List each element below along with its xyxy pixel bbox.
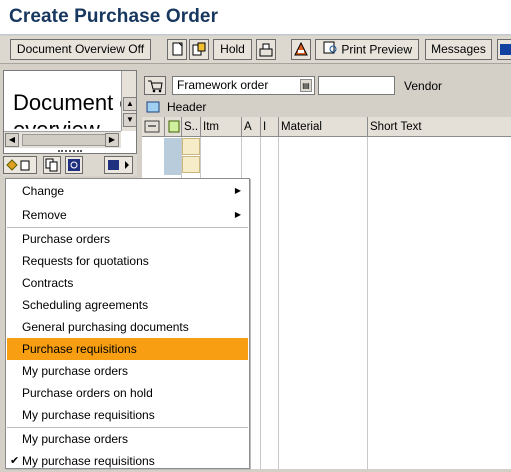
- row-selector-column[interactable]: [164, 138, 181, 175]
- menu-item-label: My purchase requisitions: [22, 408, 155, 422]
- vertical-scrollbar[interactable]: ▲ ▼: [121, 71, 136, 131]
- document-overview-off-button[interactable]: Document Overview Off: [10, 39, 151, 60]
- menu-item-label: My purchase requisitions: [22, 454, 155, 468]
- overview-pane-toolbar: [3, 154, 137, 176]
- cart-icon[interactable]: [144, 76, 166, 95]
- hold-button[interactable]: Hold: [213, 39, 252, 60]
- submenu-arrow-icon: ▶: [234, 186, 241, 195]
- menu-item-label: Remove: [22, 208, 67, 222]
- menu-item-label: Purchase requisitions: [22, 342, 137, 356]
- print-preview-label: Print Preview: [341, 42, 413, 57]
- messages-button[interactable]: Messages: [425, 39, 492, 60]
- row-status-cell[interactable]: [182, 138, 200, 155]
- title-bar: Create Purchase Order: [0, 0, 511, 35]
- application-toolbar: Document Overview Off Hold Print Preview…: [0, 36, 511, 64]
- horizontal-scrollbar[interactable]: ◀ ▶: [4, 131, 121, 148]
- dropdown-icon[interactable]: ▤: [300, 79, 312, 92]
- order-type-select[interactable]: Framework order ▤: [172, 76, 315, 95]
- column-header-account-assignment[interactable]: A: [241, 117, 260, 137]
- scroll-up-icon[interactable]: ▲: [123, 97, 136, 111]
- column-config-icon[interactable]: [164, 117, 181, 137]
- menu-item-purchase-orders[interactable]: Purchase orders: [7, 228, 248, 250]
- row-status-cell[interactable]: [182, 156, 200, 173]
- select-all-icon[interactable]: [142, 117, 164, 137]
- column-header-item-category[interactable]: I: [260, 117, 278, 137]
- grid-header-row: S.. Itm A I Material Short Text: [142, 117, 511, 137]
- document-overview-pane: Document overview overview ▲ ▼ ◀ ▶: [3, 70, 137, 154]
- expand-header-icon[interactable]: [146, 100, 161, 114]
- checks-icon[interactable]: [256, 39, 276, 60]
- copy-icon[interactable]: [43, 156, 61, 174]
- scroll-right-icon[interactable]: ▶: [105, 133, 119, 147]
- scroll-down-icon[interactable]: ▼: [123, 113, 136, 127]
- help-icon[interactable]: [497, 39, 511, 60]
- header-section-label: Header: [167, 100, 207, 114]
- menu-item-label: Purchase orders: [22, 232, 111, 246]
- menu-item-label: Requests for quotations: [22, 254, 149, 268]
- menu-item-general-purchasing-documents[interactable]: General purchasing documents: [7, 316, 248, 338]
- personal-settings-icon[interactable]: [291, 39, 311, 60]
- column-header-short-text[interactable]: Short Text: [367, 117, 511, 137]
- submenu-arrow-icon: ▶: [234, 210, 241, 219]
- menu-item-scheduling-agreements[interactable]: Scheduling agreements: [7, 294, 248, 316]
- menu-item-label: General purchasing documents: [22, 320, 189, 334]
- menu-item-purchase-requisitions[interactable]: Purchase requisitions: [7, 338, 248, 360]
- pane-splitter[interactable]: [58, 150, 82, 153]
- header-section: Header: [142, 98, 511, 116]
- menu-item-my-purchase-orders-list[interactable]: My purchase orders: [7, 428, 248, 450]
- menu-item-label: Scheduling agreements: [22, 298, 149, 312]
- menu-item-label: Change: [22, 184, 65, 198]
- menu-item-label: Contracts: [22, 276, 74, 290]
- column-header-material[interactable]: Material: [278, 117, 367, 137]
- menu-item-label: Purchase orders on hold: [22, 386, 153, 400]
- new-document-icon[interactable]: [167, 39, 187, 60]
- vendor-field[interactable]: [318, 76, 395, 95]
- scroll-thumb[interactable]: [22, 134, 112, 146]
- print-preview-button[interactable]: Print Preview: [315, 39, 419, 60]
- column-header-status[interactable]: S..: [181, 117, 200, 137]
- document-overview-text: Document overview: [13, 90, 136, 115]
- order-type-value: Framework order: [177, 78, 269, 92]
- grid-line: [278, 137, 279, 469]
- page-title: Create Purchase Order: [9, 6, 219, 27]
- menu-item-my-purchase-orders[interactable]: My purchase orders: [7, 360, 248, 382]
- menu-item-label: My purchase orders: [22, 432, 129, 446]
- menu-item-my-purchase-requisitions[interactable]: My purchase requisitions: [7, 404, 248, 426]
- refresh-icon[interactable]: [65, 156, 83, 174]
- grid-line: [260, 137, 261, 469]
- menu-item-requests-for-quotations[interactable]: Requests for quotations: [7, 250, 248, 272]
- header-row: Framework order ▤ Vendor: [142, 74, 511, 98]
- grid-line: [367, 137, 368, 469]
- selection-variant-icon[interactable]: [3, 156, 37, 174]
- vendor-label: Vendor: [404, 79, 443, 93]
- menu-item-purchase-orders-on-hold[interactable]: Purchase orders on hold: [7, 382, 248, 404]
- my-documents-menu-button[interactable]: [104, 156, 133, 174]
- menu-item-label: My purchase orders: [22, 364, 129, 378]
- scroll-left-icon[interactable]: ◀: [5, 133, 19, 147]
- menu-item-change[interactable]: Change ▶: [7, 180, 248, 202]
- print-preview-icon: [322, 40, 338, 59]
- context-menu: Change ▶ Remove ▶ Purchase orders Requests…: [5, 178, 250, 469]
- column-header-item[interactable]: Itm: [200, 117, 241, 137]
- menu-item-contracts[interactable]: Contracts: [7, 272, 248, 294]
- menu-item-remove[interactable]: Remove ▶: [7, 204, 248, 226]
- other-document-icon[interactable]: [189, 39, 209, 60]
